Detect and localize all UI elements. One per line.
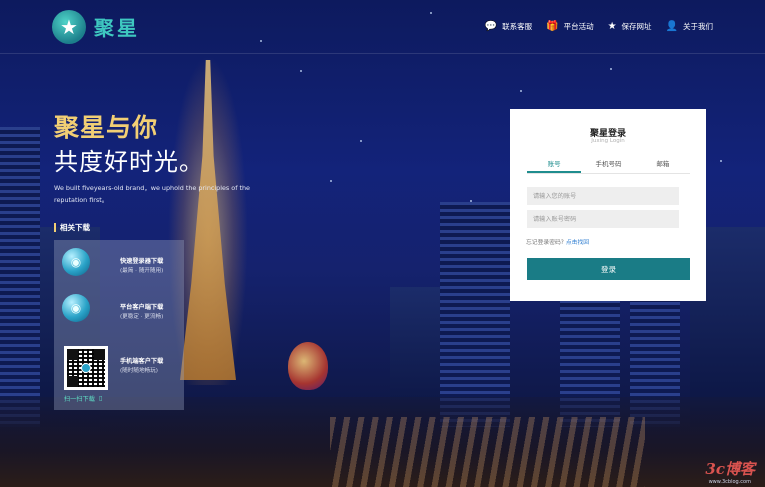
nav-label: 保存网址	[621, 22, 652, 31]
forgot-password-row: 忘记登录密码? 点击找回	[526, 237, 589, 246]
downloads-title: 相关下载	[54, 223, 90, 232]
nav-save-url[interactable]: ★ 保存网址	[608, 21, 652, 32]
download-mobile-client[interactable]: 手机端客户下载 (随时随地畅玩)	[54, 340, 184, 392]
star-dot	[300, 70, 302, 72]
watermark-url: www.3cblog.com	[708, 479, 751, 485]
nav-contact-support[interactable]: 💬 联系客服	[485, 21, 532, 32]
logo-text: 聚星	[94, 16, 140, 40]
balloon-sign	[288, 342, 328, 390]
login-button[interactable]: 登录	[527, 258, 690, 280]
tab-phone[interactable]: 手机号码	[581, 157, 635, 173]
nav-label: 关于我们	[683, 22, 713, 31]
building	[440, 202, 510, 427]
download-sub: (随时随地畅玩)	[120, 368, 158, 374]
download-desktop-client[interactable]: ◉ 平台客户端下载 (更稳定 · 更流畅)	[54, 286, 184, 338]
download-sub: (最简 · 随开随用)	[120, 268, 164, 274]
qr-pattern	[67, 349, 105, 387]
star-icon: ★	[52, 9, 86, 44]
login-card: 聚星登录 Juxing Login 账号 手机号码 邮箱 忘记登录密码?点击找回…	[510, 109, 706, 301]
scan-label-text: 扫一扫下载	[64, 396, 95, 403]
site-logo[interactable]: ★ 聚星	[52, 9, 140, 44]
account-input[interactable]	[527, 187, 679, 205]
download-name: 平台客户端下载	[120, 304, 164, 311]
recover-password-link[interactable]: 点击找回	[566, 240, 589, 246]
nav-platform-events[interactable]: 🎁 平台活动	[546, 21, 593, 32]
hero-slogan-line2: 共度好时光。	[54, 148, 204, 176]
forgot-password-text: 忘记登录密码?	[526, 240, 564, 246]
scan-to-download[interactable]: 扫一扫下载 ▯	[64, 394, 102, 403]
download-quick-launcher[interactable]: ◉ 快速登录器下载 (最简 · 随开随用)	[54, 240, 184, 292]
qr-code	[64, 346, 108, 390]
user-badge-icon: 👤	[665, 20, 678, 32]
mobile-phone-icon: ▯	[98, 395, 103, 402]
download-name: 手机端客户下载	[120, 358, 164, 365]
nav-label: 联系客服	[502, 22, 533, 31]
star-dot	[360, 140, 362, 142]
star-dot	[520, 90, 522, 92]
globe-icon: ◉	[62, 294, 90, 322]
tab-account[interactable]: 账号	[527, 157, 582, 173]
password-input[interactable]	[527, 210, 679, 228]
star-dot	[610, 68, 612, 70]
traffic-light-trails	[330, 417, 645, 487]
hero-slogan-line1: 聚星与你	[54, 113, 159, 142]
hero-tagline: We built fiveyears-old brand，we uphold t…	[54, 184, 250, 204]
site-watermark: 3c博客 www.3cblog.com	[705, 458, 755, 485]
building	[0, 127, 40, 427]
download-sub: (更稳定 · 更流畅)	[120, 314, 164, 320]
login-tabs: 账号 手机号码 邮箱	[527, 157, 690, 174]
star-icon: ★	[607, 20, 617, 32]
star-dot	[330, 180, 332, 182]
tab-email[interactable]: 邮箱	[636, 157, 690, 173]
download-name: 快速登录器下载	[120, 258, 164, 265]
top-nav: 💬 联系客服 🎁 平台活动 ★ 保存网址 👤 关于我们	[485, 21, 713, 32]
downloads-panel: ◉ 快速登录器下载 (最简 · 随开随用) ◉ 平台客户端下载 (更稳定 · 更…	[54, 240, 184, 410]
nav-label: 平台活动	[563, 22, 594, 31]
globe-icon: ◉	[62, 248, 90, 276]
watermark-logo: 3c博客	[705, 460, 755, 478]
chat-bubble-icon: 💬	[484, 20, 498, 32]
star-dot	[720, 160, 722, 162]
gift-icon: 🎁	[546, 20, 559, 32]
nav-about-us[interactable]: 👤 关于我们	[666, 21, 713, 32]
login-subtitle: Juxing Login	[591, 138, 625, 144]
top-header: ★ 聚星 💬 联系客服 🎁 平台活动 ★ 保存网址 👤 关于我们	[0, 0, 765, 54]
qr-center-logo	[81, 363, 91, 373]
